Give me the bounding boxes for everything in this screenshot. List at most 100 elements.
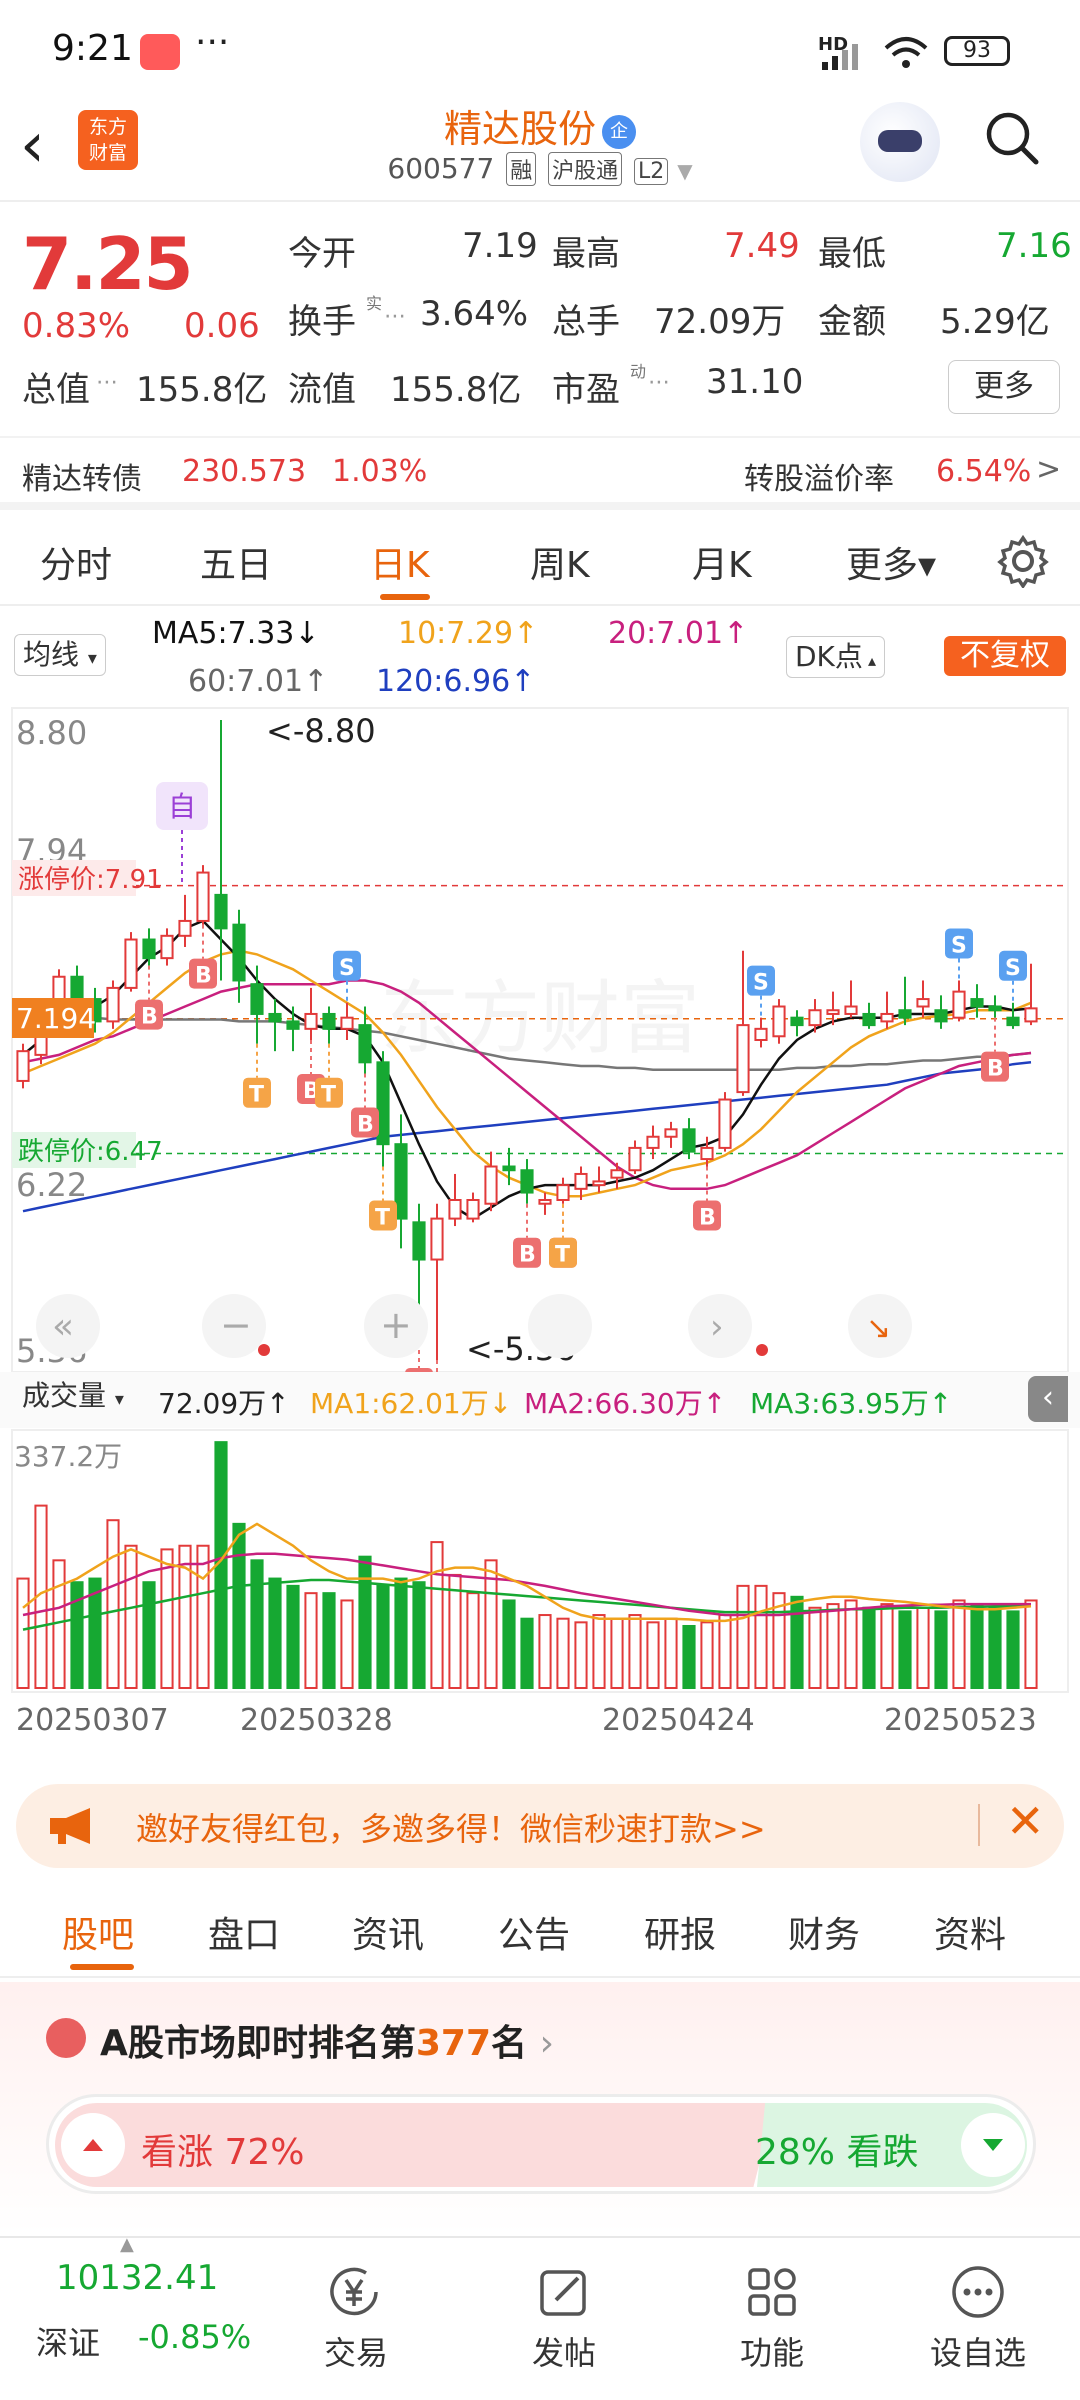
candle-body — [412, 1221, 426, 1261]
ma-selector-label: 均线 — [23, 638, 80, 671]
volume-bar — [664, 1617, 678, 1690]
tab-news[interactable]: 资讯 — [352, 1906, 424, 1958]
candle-body — [268, 1012, 282, 1023]
candle-body — [322, 1012, 336, 1030]
red-dot-indicator — [756, 1344, 768, 1356]
volume-bar — [1024, 1599, 1038, 1689]
bearish-button[interactable] — [961, 2113, 1025, 2177]
kline-chart[interactable]: 东方财富 BBBBBBBBBBSSSSTTTT 8.80 7.94 涨停价:7.… — [0, 706, 1080, 1772]
candle-body — [448, 1199, 462, 1220]
volume-bar — [952, 1599, 966, 1689]
nav-trade[interactable]: 交易 — [296, 2328, 416, 2374]
close-icon[interactable]: ✕ — [1006, 1794, 1045, 1848]
adjust-button[interactable]: 不复权 — [944, 636, 1066, 676]
chevron-right-icon: › — [539, 2023, 554, 2064]
ma5-value: MA5:7.33↓ — [152, 616, 320, 651]
info-dots-icon[interactable]: ⋯ — [96, 370, 118, 395]
nav-add-watchlist[interactable]: 设自选 — [918, 2328, 1038, 2374]
tab-weekly-k[interactable]: 周K — [530, 536, 590, 588]
bullish-button[interactable] — [61, 2113, 125, 2177]
volume-bar — [250, 1559, 264, 1689]
gear-icon[interactable] — [996, 534, 1050, 588]
signal-marker-label: B — [141, 1005, 158, 1030]
nav-post[interactable]: 发帖 — [504, 2328, 624, 2374]
tab-forum[interactable]: 股吧 — [62, 1906, 134, 1958]
caret-down-icon: ▾ — [87, 648, 97, 669]
tag-connect: 沪股通 — [548, 152, 623, 186]
ma10-value: 10:7.29↑ — [398, 616, 539, 651]
high-value: 7.49 — [724, 226, 800, 266]
tab-research[interactable]: 研报 — [644, 1906, 716, 1958]
tab-monthly-k[interactable]: 月K — [692, 536, 752, 588]
candle-body — [646, 1135, 660, 1149]
caret-up-icon: ▲ — [120, 2234, 134, 2255]
status-bar: 9:21 ··· HD 93 — [0, 0, 1080, 100]
red-dot-indicator — [258, 1344, 270, 1356]
change-amount: 0.06 — [184, 306, 260, 346]
megaphone-icon — [50, 1808, 90, 1844]
candle-body — [592, 1180, 606, 1187]
dk-point-selector[interactable]: DK点 ▴ — [786, 636, 886, 678]
volume-selector[interactable]: 成交量 ▾ — [14, 1376, 132, 1420]
stock-header: ‹ 东方 财富 精达股份企 600577 融 沪股通 L2 ▼ — [0, 96, 1080, 202]
x-date-1: 20250307 — [16, 1703, 169, 1738]
more-button[interactable]: 更多 — [948, 360, 1060, 414]
tab-profile[interactable]: 资料 — [934, 1906, 1006, 1958]
compose-icon — [540, 2270, 586, 2316]
ma-selector[interactable]: 均线 ▾ — [14, 634, 106, 676]
promo-banner[interactable]: 邀好友得红包，多邀多得！微信秒速打款>> ✕ — [16, 1784, 1064, 1868]
ranking-row[interactable]: A股市场即时排名第377名 › — [100, 2014, 554, 2066]
battery-indicator: 93 — [944, 36, 1010, 66]
promo-divider — [978, 1804, 980, 1846]
candle-body — [286, 1020, 300, 1030]
search-icon[interactable] — [984, 110, 1040, 166]
nav-functions[interactable]: 功能 — [712, 2328, 832, 2374]
candle-body — [142, 938, 156, 960]
volume-bar — [700, 1621, 714, 1689]
y-axis-622: 6.22 — [16, 1166, 87, 1204]
move-left-button[interactable] — [528, 1294, 592, 1358]
wifi-icon — [884, 37, 928, 68]
candle-body — [628, 1146, 642, 1172]
candle-body — [1024, 1007, 1038, 1023]
tab-orderbook[interactable]: 盘口 — [208, 1906, 280, 1958]
tab-financials[interactable]: 财务 — [788, 1906, 860, 1958]
volume-bar — [304, 1592, 318, 1690]
tab-daily-k[interactable]: 日K — [370, 536, 430, 588]
tab-intraday[interactable]: 分时 — [40, 536, 112, 588]
index-change: -0.85% — [138, 2318, 252, 2356]
tab-announcements[interactable]: 公告 — [498, 1906, 570, 1958]
volume-bar — [718, 1614, 732, 1689]
expand-icon: ↘ — [866, 1311, 891, 1346]
caret-down-icon: ▾ — [114, 1389, 124, 1410]
x-date-4: 20250523 — [884, 1703, 1037, 1738]
y-axis-top: 8.80 — [16, 714, 87, 752]
signal-marker-label: T — [555, 1243, 570, 1268]
amount-value: 5.29亿 — [940, 302, 1050, 342]
ranking-chart-icon — [46, 2018, 86, 2058]
candle-body — [610, 1169, 624, 1179]
candle-body — [1006, 1016, 1020, 1027]
ma60-value: 60:7.01↑ — [188, 664, 329, 699]
signal-marker-label: T — [375, 1206, 390, 1231]
assistant-robot-icon[interactable] — [860, 102, 940, 182]
info-dots-icon[interactable]: ⋯ — [648, 370, 670, 395]
dk-point-label: DK点 — [795, 640, 863, 673]
tab-five-day[interactable]: 五日 — [200, 536, 272, 588]
volume-value: 72.09万↑ — [158, 1387, 290, 1420]
candle-body — [376, 1061, 390, 1146]
turnover-value: 3.64% — [420, 294, 529, 334]
candle-body — [466, 1199, 480, 1220]
candle-body — [844, 1005, 858, 1015]
candle-body — [106, 986, 120, 1023]
status-time: 9:21 — [52, 28, 133, 69]
info-dots-icon[interactable]: ⋯ — [384, 304, 406, 329]
volume-bar — [934, 1610, 948, 1689]
pe-sup: 动 — [630, 362, 647, 381]
index-value[interactable]: 10132.41 — [56, 2258, 218, 2298]
high-price-marker: <-8.80 — [266, 712, 376, 750]
convertible-bond-row[interactable]: 精达转债 230.573 1.03% 转股溢价率 6.54% > — [0, 436, 1080, 510]
candle-body — [520, 1169, 534, 1194]
collapse-panel-button[interactable]: ‹ — [1028, 1376, 1068, 1422]
tab-more[interactable]: 更多▾ — [846, 536, 936, 588]
